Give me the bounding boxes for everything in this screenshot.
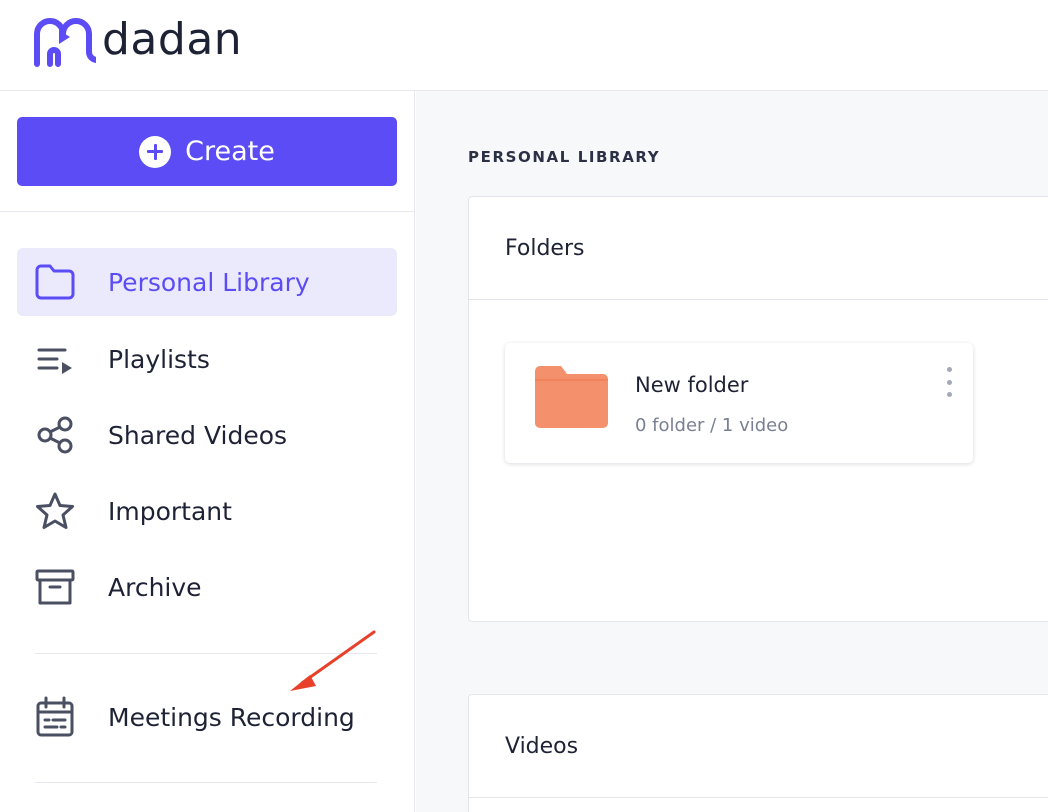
main-content: PERSONAL LIBRARY Folders New folder 0 fo… [416, 91, 1048, 812]
videos-panel-title: Videos [469, 695, 1048, 798]
sidebar-item-personal-library[interactable]: Personal Library [17, 248, 397, 316]
videos-panel: Videos [468, 694, 1048, 812]
folder-icon [535, 365, 609, 433]
sidebar: Create Personal Library Playlists Shared… [0, 91, 415, 812]
sidebar-item-shared-videos[interactable]: Shared Videos [17, 401, 397, 469]
sidebar-item-archive[interactable]: Archive [17, 553, 397, 621]
top-header: dadan [0, 0, 1048, 91]
playlist-icon [33, 337, 77, 381]
elephant-play-icon [32, 8, 96, 72]
folder-name: New folder [635, 373, 749, 397]
annotation-arrow-icon [290, 630, 376, 691]
logo-text: dadan [102, 14, 243, 65]
sidebar-item-label: Playlists [108, 344, 210, 374]
app-window: dadan Create Personal Library Playlists … [0, 0, 1048, 812]
folder-meta: 0 folder / 1 video [635, 415, 789, 436]
create-button[interactable]: Create [17, 117, 397, 186]
sidebar-item-label: Shared Videos [108, 420, 288, 450]
folder-icon [33, 260, 77, 304]
sidebar-item-playlists[interactable]: Playlists [17, 325, 397, 393]
logo[interactable]: dadan [32, 8, 242, 72]
create-button-label: Create [185, 136, 275, 167]
folders-panel-title: Folders [469, 197, 1048, 300]
folder-card[interactable]: New folder 0 folder / 1 video [505, 343, 973, 463]
sidebar-item-label: Archive [108, 572, 202, 602]
page-title: PERSONAL LIBRARY [468, 148, 661, 166]
archive-icon [33, 565, 77, 609]
plus-circle-icon [139, 135, 172, 168]
star-icon [33, 489, 77, 533]
share-icon [33, 413, 77, 457]
sidebar-item-label: Meetings Recording [108, 702, 355, 732]
more-options-icon[interactable] [939, 367, 959, 397]
sidebar-item-label: Important [108, 496, 232, 526]
sidebar-divider [35, 782, 377, 783]
sidebar-item-label: Personal Library [108, 267, 310, 297]
sidebar-item-important[interactable]: Important [17, 477, 397, 545]
folders-panel: Folders New folder 0 folder / 1 video [468, 196, 1048, 622]
create-area: Create [0, 91, 414, 212]
calendar-icon [33, 695, 77, 739]
